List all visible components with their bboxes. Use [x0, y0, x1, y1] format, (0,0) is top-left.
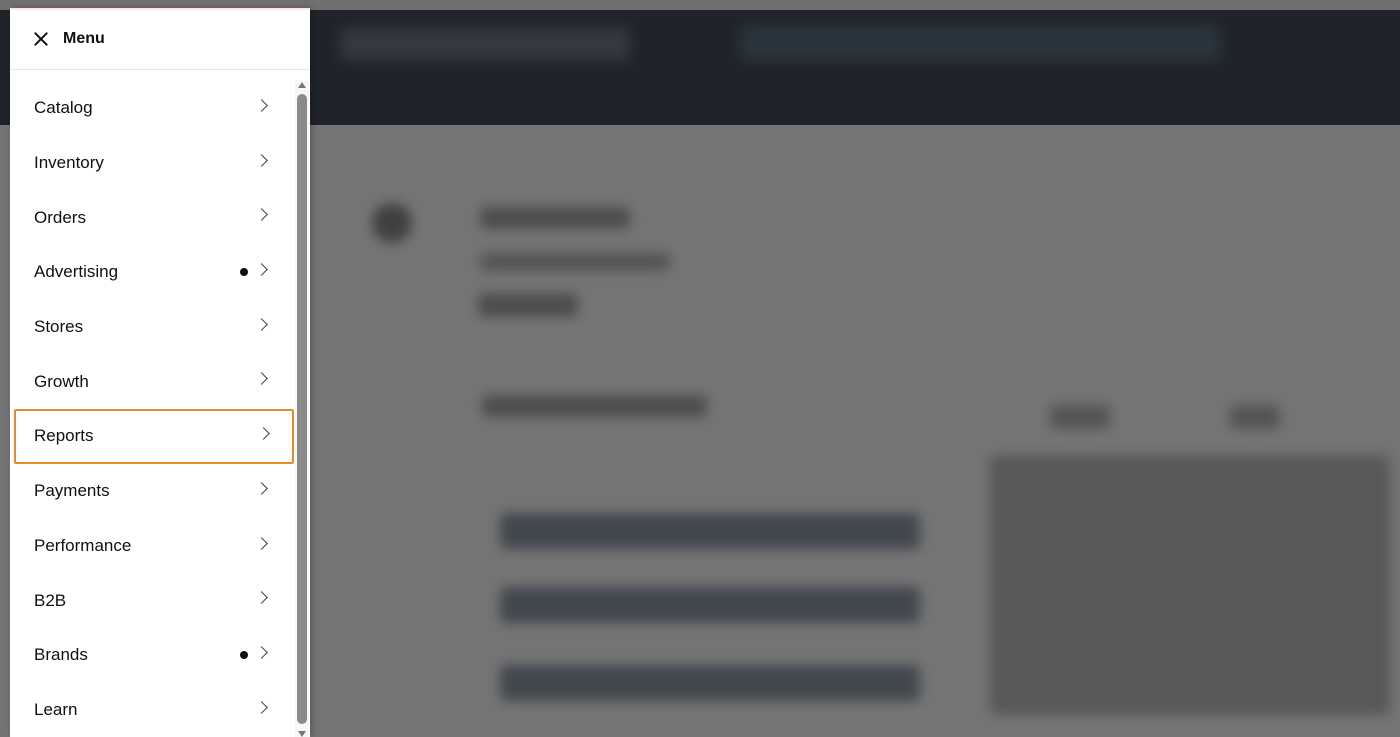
- menu-item-label: Stores: [34, 317, 84, 337]
- menu-item-label: Catalog: [34, 98, 93, 118]
- menu-item-payments[interactable]: Payments: [10, 464, 296, 519]
- menu-item-b2b[interactable]: B2B: [10, 573, 296, 628]
- menu-item-reports[interactable]: Reports: [14, 409, 294, 464]
- menu-item-label: Reports: [34, 426, 94, 446]
- menu-item-advertising[interactable]: Advertising: [10, 245, 296, 300]
- scrollbar-thumb[interactable]: [297, 94, 307, 724]
- menu-item-growth[interactable]: Growth: [10, 354, 296, 409]
- menu-item-label: B2B: [34, 590, 67, 610]
- scroll-down-arrow-icon[interactable]: [298, 731, 306, 737]
- menu-title: Menu: [63, 29, 105, 47]
- menu-list: Catalog Inventory Orders Advertising Sto…: [10, 81, 296, 737]
- scroll-up-arrow-icon[interactable]: [298, 82, 306, 88]
- menu-scrollbar[interactable]: [295, 80, 309, 737]
- notification-dot-icon: [240, 268, 248, 277]
- menu-item-performance[interactable]: Performance: [10, 519, 296, 574]
- close-icon[interactable]: [32, 30, 50, 48]
- menu-item-orders[interactable]: Orders: [10, 190, 296, 245]
- menu-item-label: Growth: [34, 371, 89, 391]
- menu-item-catalog[interactable]: Catalog: [10, 81, 296, 136]
- side-menu: Menu Catalog Inventory Orders Advertisin…: [10, 8, 310, 737]
- menu-item-label: Brands: [34, 645, 88, 665]
- notification-dot-icon: [240, 650, 248, 659]
- menu-item-label: Payments: [34, 481, 110, 501]
- menu-item-inventory[interactable]: Inventory: [10, 136, 296, 191]
- menu-top-line: [10, 8, 310, 10]
- menu-item-stores[interactable]: Stores: [10, 300, 296, 355]
- menu-item-brands[interactable]: Brands: [10, 628, 296, 683]
- menu-item-label: Advertising: [34, 262, 119, 282]
- menu-item-learn[interactable]: Learn: [10, 683, 296, 737]
- menu-header: Menu: [10, 8, 310, 70]
- menu-item-label: Orders: [34, 207, 86, 227]
